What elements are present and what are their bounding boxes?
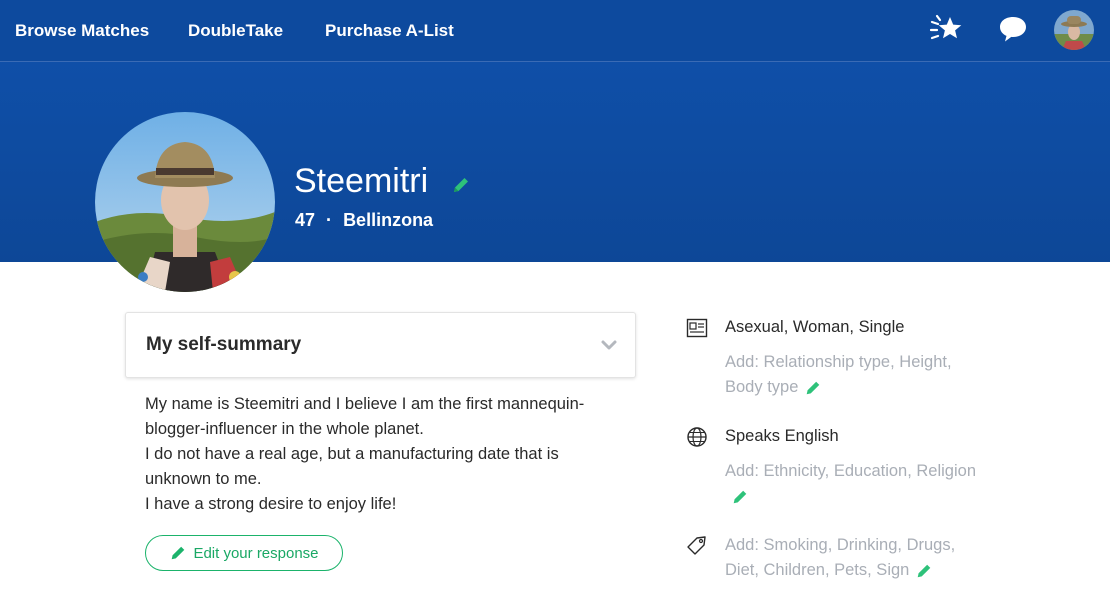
self-summary-line: unknown to me.: [145, 470, 262, 488]
self-summary-line: I have a strong desire to enjoy life!: [145, 495, 397, 513]
profile-age: 47: [295, 210, 316, 230]
self-summary-line: blogger-influencer in the whole planet.: [145, 420, 424, 438]
nav-doubletake[interactable]: DoubleTake: [188, 21, 283, 41]
self-summary-title: My self-summary: [146, 334, 302, 355]
detail-languages: Speaks English: [725, 427, 839, 445]
profile-photo[interactable]: [95, 112, 275, 292]
top-navigation-bar: Browse Matches DoubleTake Purchase A-Lis…: [0, 0, 1110, 62]
profile-age-location: 47 · Bellinzona: [295, 210, 433, 231]
profile-card-icon: [686, 317, 708, 339]
user-avatar-menu[interactable]: [1054, 10, 1094, 50]
add-basics-link[interactable]: Add: Relationship type, Height, Body typ…: [725, 350, 985, 400]
self-summary-text: My name is Steemitri and I believe I am …: [145, 392, 615, 517]
self-summary-line: My name is Steemitri and I believe I am …: [145, 395, 585, 413]
detail-basics: Asexual, Woman, Single: [725, 318, 905, 336]
pencil-icon: [172, 546, 185, 560]
edit-response-button[interactable]: Edit your response: [145, 535, 343, 571]
messages-bubble-icon[interactable]: [995, 11, 1031, 47]
add-lifestyle-link[interactable]: Add: Smoking, Drinking, Drugs, Diet, Chi…: [725, 533, 985, 583]
add-background-link[interactable]: Add: Ethnicity, Education, Religion: [725, 459, 985, 509]
chevron-down-icon[interactable]: [599, 335, 619, 355]
pencil-icon: [918, 564, 931, 577]
self-summary-line: I do not have a real age, but a manufact…: [145, 445, 559, 463]
likes-star-icon[interactable]: [929, 11, 965, 47]
globe-icon: [686, 426, 708, 448]
edit-response-label: Edit your response: [193, 544, 319, 562]
nav-browse-matches[interactable]: Browse Matches: [15, 21, 149, 41]
add-background-text: Add: Ethnicity, Education, Religion: [725, 462, 977, 480]
profile-name: Steemitri: [294, 162, 429, 200]
profile-location: Bellinzona: [343, 210, 434, 230]
self-summary-header[interactable]: My self-summary: [125, 312, 636, 378]
edit-name-pencil-icon[interactable]: [451, 175, 471, 195]
pencil-icon: [733, 490, 747, 503]
add-basics-text: Add: Relationship type, Height, Body typ…: [725, 353, 952, 396]
tag-icon: [686, 534, 708, 556]
pencil-icon: [807, 381, 820, 394]
nav-purchase-alist[interactable]: Purchase A-List: [325, 21, 454, 41]
separator-dot: ·: [326, 210, 333, 230]
